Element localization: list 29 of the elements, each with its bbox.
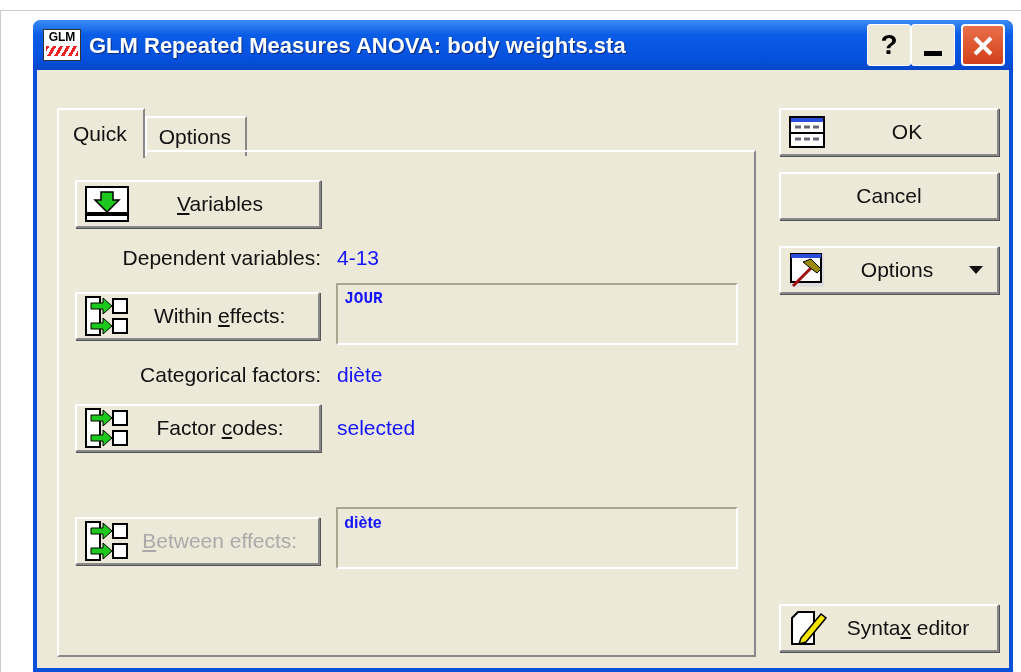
field-value: diète — [337, 361, 383, 388]
dialog-button[interactable]: Within effects: — [75, 292, 321, 340]
hammer-window-icon — [789, 252, 825, 288]
dialog-button[interactable]: Variables — [75, 180, 321, 228]
minimize-button[interactable] — [911, 24, 955, 66]
field-value: selected — [337, 415, 416, 442]
tab[interactable]: Options — [144, 116, 248, 156]
paper-pencil-icon — [789, 610, 827, 646]
app-logo-icon: GLM — [43, 29, 81, 61]
close-button[interactable] — [961, 24, 1005, 66]
close-icon — [972, 34, 994, 57]
field-label: Dependent variables: — [121, 245, 321, 271]
dialog-button[interactable]: Cancel — [779, 172, 999, 220]
dialog-button[interactable]: OK — [779, 108, 999, 156]
monitor-arrow-icon — [85, 186, 129, 222]
field-value: 4-13 — [337, 245, 380, 271]
arrows-boxes-icon — [85, 520, 129, 561]
tab[interactable]: Quick — [57, 108, 145, 158]
window-title: GLM Repeated Measures ANOVA: body weights.sta — [89, 31, 626, 60]
caret-icon — [969, 266, 983, 274]
dialog-button[interactable]: Options — [779, 246, 999, 294]
field-label: Categorical factors: — [139, 361, 321, 388]
arrows-boxes-icon — [85, 296, 129, 336]
dialog-button[interactable]: Syntax editor — [779, 604, 999, 652]
arrows-boxes-icon — [85, 408, 129, 448]
dialog-button[interactable]: Factor codes: — [75, 404, 321, 452]
help-button[interactable]: ? — [867, 24, 911, 66]
spreadsheet-icon — [789, 116, 825, 148]
effects-field[interactable]: JOUR — [336, 282, 738, 345]
